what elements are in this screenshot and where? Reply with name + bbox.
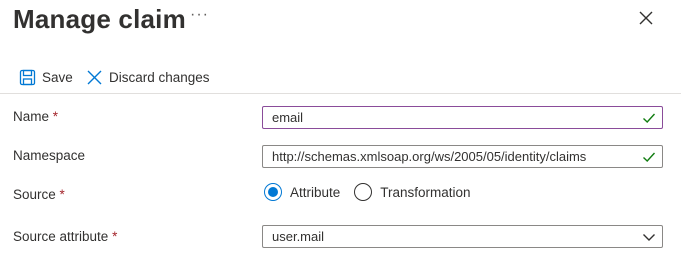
namespace-label-text: Namespace (13, 148, 86, 163)
radio-attribute-label: Attribute (290, 184, 341, 200)
discard-changes-button[interactable]: Discard changes (86, 66, 210, 88)
required-marker: * (59, 187, 65, 202)
required-marker: * (52, 109, 59, 124)
panel-title: Manage claim (13, 4, 186, 34)
save-icon (19, 69, 36, 85)
close-icon (87, 70, 102, 84)
checkmark-icon (643, 152, 656, 162)
source-label-text: Source (13, 187, 56, 202)
namespace-field[interactable]: http://schemas.xmlsoap.org/ws/2005/05/id… (262, 145, 663, 168)
name-label: Name * (13, 109, 58, 124)
source-attribute-value: user.mail (272, 229, 325, 244)
source-label: Source * (13, 187, 65, 202)
command-toolbar: Save Discard changes (0, 62, 681, 94)
valid-indicator (642, 111, 656, 125)
name-label-text: Name (13, 109, 50, 124)
discard-changes-label: Discard changes (109, 69, 210, 85)
required-marker: * (112, 229, 118, 244)
namespace-field-value: http://schemas.xmlsoap.org/ws/2005/05/id… (272, 149, 587, 164)
close-panel-button[interactable] (638, 10, 654, 26)
dropdown-toggle[interactable] (642, 230, 656, 244)
source-attribute-label: Source attribute * (13, 229, 117, 244)
save-button-label: Save (42, 69, 73, 85)
radio-circle (354, 183, 373, 201)
radio-attribute[interactable]: Attribute (264, 183, 340, 201)
chevron-down-icon (643, 233, 655, 241)
save-button[interactable]: Save (19, 66, 73, 88)
checkmark-icon (643, 113, 656, 123)
source-attribute-label-text: Source attribute (13, 229, 109, 244)
radio-dot (268, 187, 278, 197)
radio-transformation[interactable]: Transformation (354, 183, 471, 201)
more-options-button[interactable]: ··· (190, 6, 209, 24)
source-radio-group: Attribute Transformation (264, 181, 471, 203)
close-icon (639, 11, 653, 25)
source-attribute-dropdown[interactable]: user.mail (262, 225, 663, 248)
radio-transformation-label: Transformation (380, 184, 471, 200)
name-field-value: email (272, 110, 304, 125)
radio-circle (264, 183, 282, 201)
namespace-label: Namespace (13, 148, 85, 163)
valid-indicator (642, 150, 656, 164)
name-field[interactable]: email (262, 106, 663, 129)
